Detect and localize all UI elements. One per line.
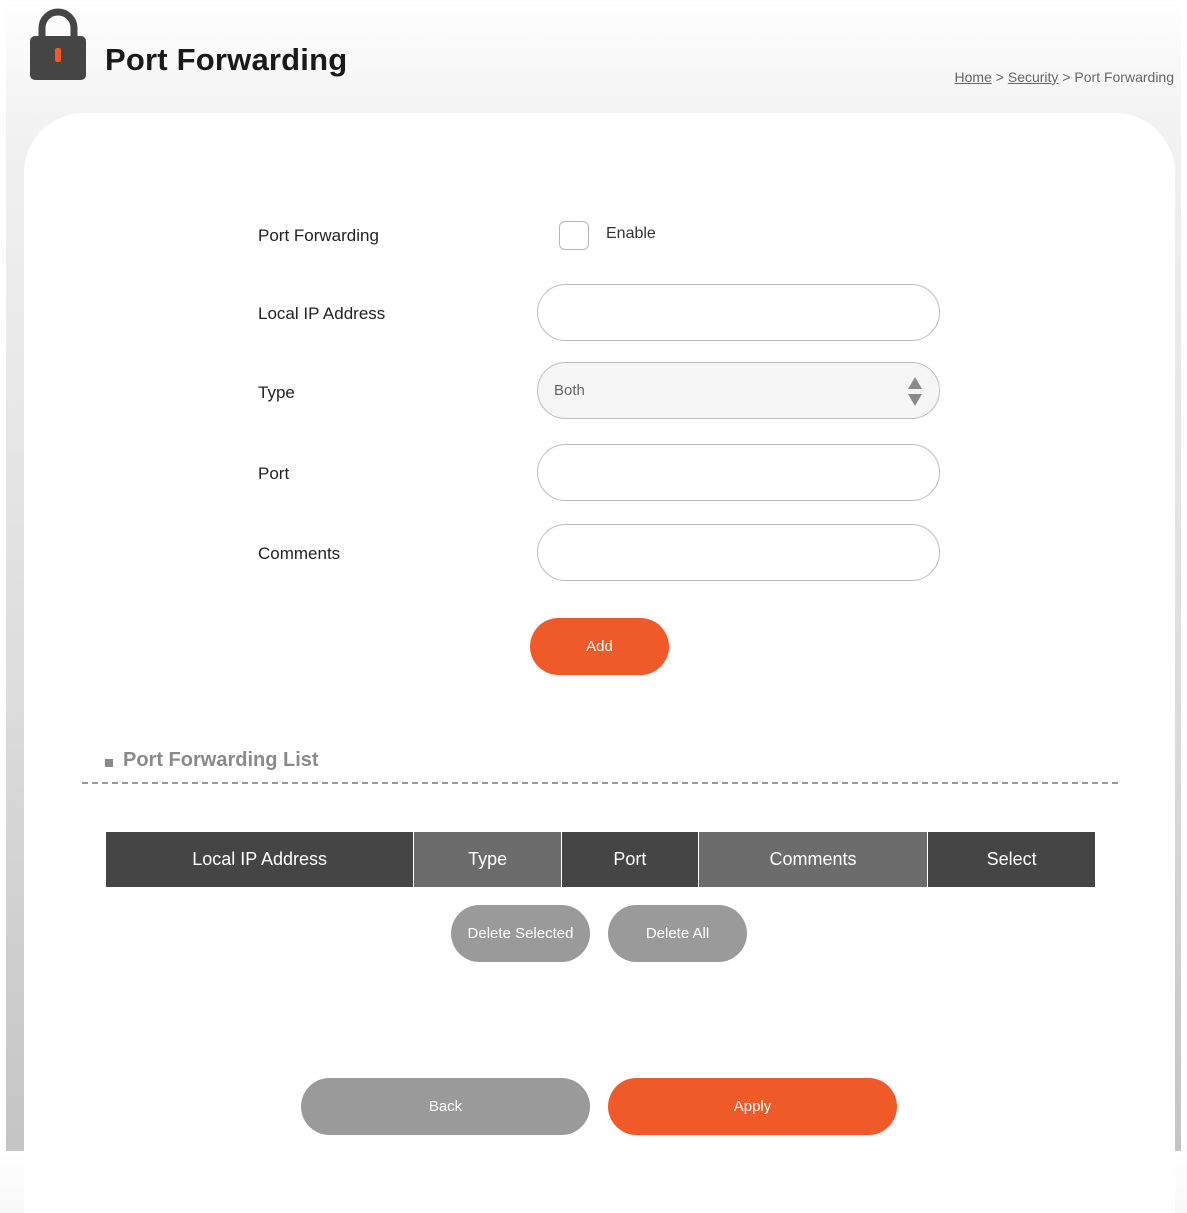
type-select[interactable]: Both [537, 362, 940, 419]
enable-checkbox[interactable] [559, 221, 589, 250]
breadcrumb-security-link[interactable]: Security [1008, 69, 1059, 85]
add-button[interactable]: Add [530, 618, 669, 675]
column-header-select: Select [927, 832, 1095, 887]
page-title: Port Forwarding [105, 42, 348, 77]
breadcrumb-separator: > [1062, 69, 1071, 85]
enable-checkbox-label[interactable]: Enable [606, 225, 656, 243]
port-forwarding-list-heading: Port Forwarding List [105, 749, 319, 772]
delete-all-button[interactable]: Delete All [608, 905, 747, 962]
breadcrumb-current: Port Forwarding [1074, 69, 1174, 85]
breadcrumb: Home > Security > Port Forwarding [955, 69, 1174, 85]
lock-icon [30, 8, 86, 80]
port-forwarding-list-title: Port Forwarding List [123, 749, 319, 771]
page-edge-right [1181, 0, 1187, 1151]
local-ip-input[interactable] [537, 284, 940, 341]
type-select-value: Both [554, 382, 585, 399]
breadcrumb-home-link[interactable]: Home [955, 69, 992, 85]
port-label: Port [258, 464, 290, 483]
breadcrumb-separator: > [995, 69, 1004, 85]
column-header-comments: Comments [697, 832, 928, 887]
back-button[interactable]: Back [301, 1078, 590, 1135]
table-header-row: Local IP Address Type Port Comments Sele… [106, 832, 1095, 887]
local-ip-label: Local IP Address [258, 304, 386, 323]
comments-input[interactable] [537, 524, 940, 581]
comments-label: Comments [258, 544, 341, 563]
port-input[interactable] [537, 444, 940, 501]
port-forwarding-table: Local IP Address Type Port Comments Sele… [106, 832, 1095, 887]
column-header-type: Type [413, 832, 562, 887]
type-label: Type [258, 383, 295, 402]
port-forwarding-label: Port Forwarding [258, 226, 379, 245]
page-edge-left [0, 0, 6, 1151]
section-divider [82, 782, 1118, 784]
apply-button[interactable]: Apply [608, 1078, 897, 1135]
sort-arrows-icon [908, 377, 922, 406]
column-header-port: Port [561, 832, 699, 887]
section-bullet-icon [105, 758, 113, 767]
delete-selected-button[interactable]: Delete Selected [451, 905, 590, 962]
column-header-local-ip: Local IP Address [106, 832, 414, 887]
